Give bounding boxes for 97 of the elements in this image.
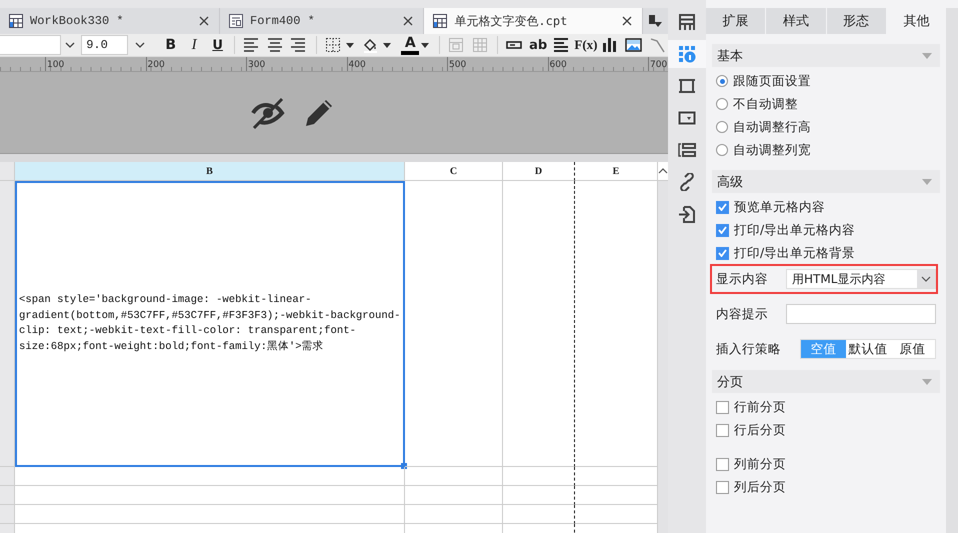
image-icon[interactable] (625, 37, 642, 53)
dropdown-caret-icon[interactable] (383, 42, 392, 48)
form-icon (228, 13, 244, 29)
checkbox[interactable] (716, 480, 729, 494)
column-header[interactable]: C (405, 162, 503, 181)
document-tab[interactable]: 单元格文字变色.cpt (424, 8, 642, 34)
selected-cell[interactable]: <span style='background-image: -webkit-linear-gradient(bottom,#53C7FF,#53C7FF,#F3F3F3);-webkit-background-clip: text;-webkit-text-fill-color: transparent;font-size:68px;font-weight:bold;font-family:黑体'>需求 (15, 181, 405, 467)
corner-cell (0, 162, 15, 181)
ruler-label: 100 (45, 57, 146, 71)
document-tab[interactable]: WorkBook330 * (0, 8, 220, 34)
checkbox-label: 行前分页 (734, 398, 786, 416)
square-frame-icon[interactable] (678, 77, 696, 95)
ruler-label: 500 (447, 57, 548, 71)
diagonal-line-icon[interactable] (648, 37, 666, 53)
dropdown-caret-icon[interactable] (421, 42, 430, 48)
text-button[interactable]: ab (527, 34, 549, 56)
column-header[interactable]: E (575, 162, 658, 181)
dropdown-caret-icon[interactable] (65, 42, 76, 48)
rows-icon[interactable] (678, 141, 696, 159)
bold-button[interactable]: B (160, 34, 182, 56)
dropdown-caret-icon[interactable] (346, 42, 354, 48)
checkbox-label: 预览单元格内容 (734, 198, 825, 216)
segmented-control[interactable]: 空值 默认值 原值 (800, 339, 936, 359)
panel-tab[interactable]: 样式 (766, 8, 826, 34)
table-cell (503, 467, 575, 486)
align-center-icon[interactable] (266, 37, 284, 53)
dropdown-list-icon[interactable] (648, 14, 662, 28)
close-icon[interactable] (622, 16, 632, 26)
checkbox[interactable] (716, 224, 729, 236)
field-label: 内容提示 (716, 306, 769, 322)
font-size-field[interactable]: 9.0 (81, 35, 128, 55)
content-tip-field[interactable] (786, 304, 936, 324)
radio-button[interactable] (716, 98, 728, 110)
check-icon (718, 249, 727, 257)
ruler-label: 600 (548, 57, 648, 71)
radio-label: 不自动调整 (733, 96, 798, 112)
checkbox-label: 打印/导出单元格背景 (734, 244, 856, 262)
table-cell (503, 505, 575, 524)
panel-tab[interactable]: 形态 (826, 8, 886, 34)
ruler-label: 400 (346, 57, 447, 71)
radio-label: 跟随页面设置 (733, 72, 811, 90)
panel-tab[interactable]: 扩展 (706, 8, 766, 34)
bar-chart-icon[interactable] (602, 37, 619, 53)
section-title: 基本 (717, 48, 743, 64)
checkbox[interactable] (716, 424, 729, 436)
paint-bucket-icon[interactable] (362, 37, 380, 53)
column-header[interactable]: D (503, 162, 575, 181)
align-right-icon[interactable] (290, 37, 308, 53)
section-header[interactable]: 高级 (712, 170, 940, 193)
checkbox[interactable] (716, 246, 729, 260)
section-header[interactable]: 基本 (712, 44, 940, 67)
radio-button[interactable] (716, 121, 728, 133)
field-label: 显示内容 (716, 270, 769, 288)
dropdown-caret-icon[interactable] (921, 276, 931, 282)
spreadsheet-icon (8, 13, 24, 29)
checkbox[interactable] (716, 400, 729, 414)
ruler-label: 200 (146, 57, 246, 71)
scroll-up-icon[interactable] (658, 168, 668, 174)
section-title: 高级 (717, 174, 743, 190)
cell-element-icon[interactable] (678, 13, 696, 31)
link-icon[interactable] (678, 173, 696, 191)
field-label: 插入行策略 (716, 340, 782, 358)
dropdown-caret-icon[interactable] (135, 42, 146, 48)
formula-button[interactable]: F(x) (574, 34, 598, 56)
border-icon[interactable] (324, 37, 342, 53)
eye-slash-icon[interactable] (250, 96, 286, 130)
radio-button[interactable] (716, 75, 728, 87)
checkbox-label: 打印/导出单元格内容 (734, 222, 856, 238)
checkbox[interactable] (716, 200, 729, 214)
import-icon[interactable] (678, 205, 696, 223)
checkbox-label: 列后分页 (734, 478, 786, 496)
close-icon[interactable] (403, 16, 414, 26)
radio-label: 自动调整列宽 (733, 142, 811, 158)
underline-button[interactable]: U (206, 34, 228, 56)
check-icon (718, 226, 727, 234)
checkbox[interactable] (716, 458, 729, 470)
paragraph-icon[interactable] (553, 37, 570, 53)
check-icon (718, 203, 727, 211)
section-header[interactable]: 分页 (712, 370, 940, 393)
radio-label: 自动调整行高 (733, 118, 811, 136)
font-name-field[interactable] (0, 35, 61, 55)
table-cell (503, 486, 575, 505)
radio-button[interactable] (716, 144, 728, 156)
cell-attributes-icon[interactable] (678, 45, 696, 63)
checkbox-label: 列前分页 (734, 456, 786, 472)
italic-button[interactable]: I (183, 34, 205, 56)
ruler-label: 700 (648, 57, 668, 71)
checkbox-label: 行后分页 (734, 422, 786, 438)
dropdown-widget-icon[interactable] (678, 109, 696, 127)
ruler-label: 300 (246, 57, 346, 71)
close-icon[interactable] (199, 16, 210, 26)
spreadsheet-icon (432, 13, 448, 29)
section-title: 分页 (717, 374, 743, 390)
document-tab[interactable]: Form400 * (220, 8, 424, 34)
column-header[interactable]: B (15, 162, 405, 181)
display-content-dropdown[interactable]: 用HTML显示内容 (786, 269, 936, 289)
align-left-icon[interactable] (243, 37, 260, 53)
